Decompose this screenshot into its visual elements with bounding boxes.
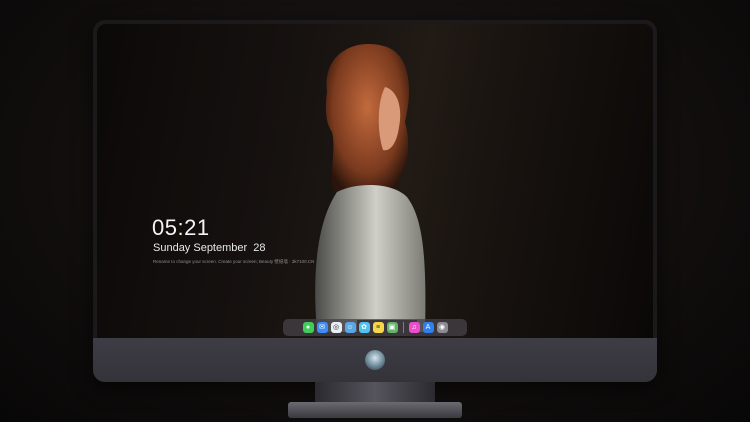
mail-icon[interactable]: ✉ bbox=[316, 322, 328, 333]
dock: ● ✉ ◎ ☺ ✿ ≡ ▣ ♫ A ◉ bbox=[283, 319, 467, 336]
app-store-icon[interactable]: A bbox=[422, 322, 434, 333]
music-icon[interactable]: ♫ bbox=[408, 322, 420, 333]
messages-icon[interactable]: ● bbox=[302, 322, 314, 333]
photos-icon[interactable]: ✿ bbox=[358, 322, 370, 333]
monitor-chin bbox=[93, 338, 657, 382]
monitor: 05:21 Sunday September 28 Rename to chan… bbox=[93, 20, 657, 382]
camera-icon[interactable]: ◉ bbox=[436, 322, 448, 333]
lock-date: Sunday September 28 bbox=[153, 242, 266, 254]
finder-icon[interactable]: ☺ bbox=[344, 322, 356, 333]
monitor-stand-neck bbox=[315, 382, 435, 404]
desktop-scene: 05:21 Sunday September 28 Rename to chan… bbox=[0, 0, 750, 422]
wallpaper-portrait bbox=[315, 44, 426, 332]
preview-icon[interactable]: ▣ bbox=[386, 322, 398, 333]
lock-notice: Rename to change your screen. Create you… bbox=[153, 259, 315, 264]
monitor-stand-base bbox=[288, 402, 462, 418]
dock-separator bbox=[402, 322, 404, 333]
safari-icon[interactable]: ◎ bbox=[330, 322, 342, 333]
screen: 05:21 Sunday September 28 Rename to chan… bbox=[97, 24, 653, 338]
notes-icon[interactable]: ≡ bbox=[372, 322, 384, 333]
lock-clock: 05:21 bbox=[152, 215, 210, 240]
brand-logo-icon bbox=[365, 350, 385, 370]
